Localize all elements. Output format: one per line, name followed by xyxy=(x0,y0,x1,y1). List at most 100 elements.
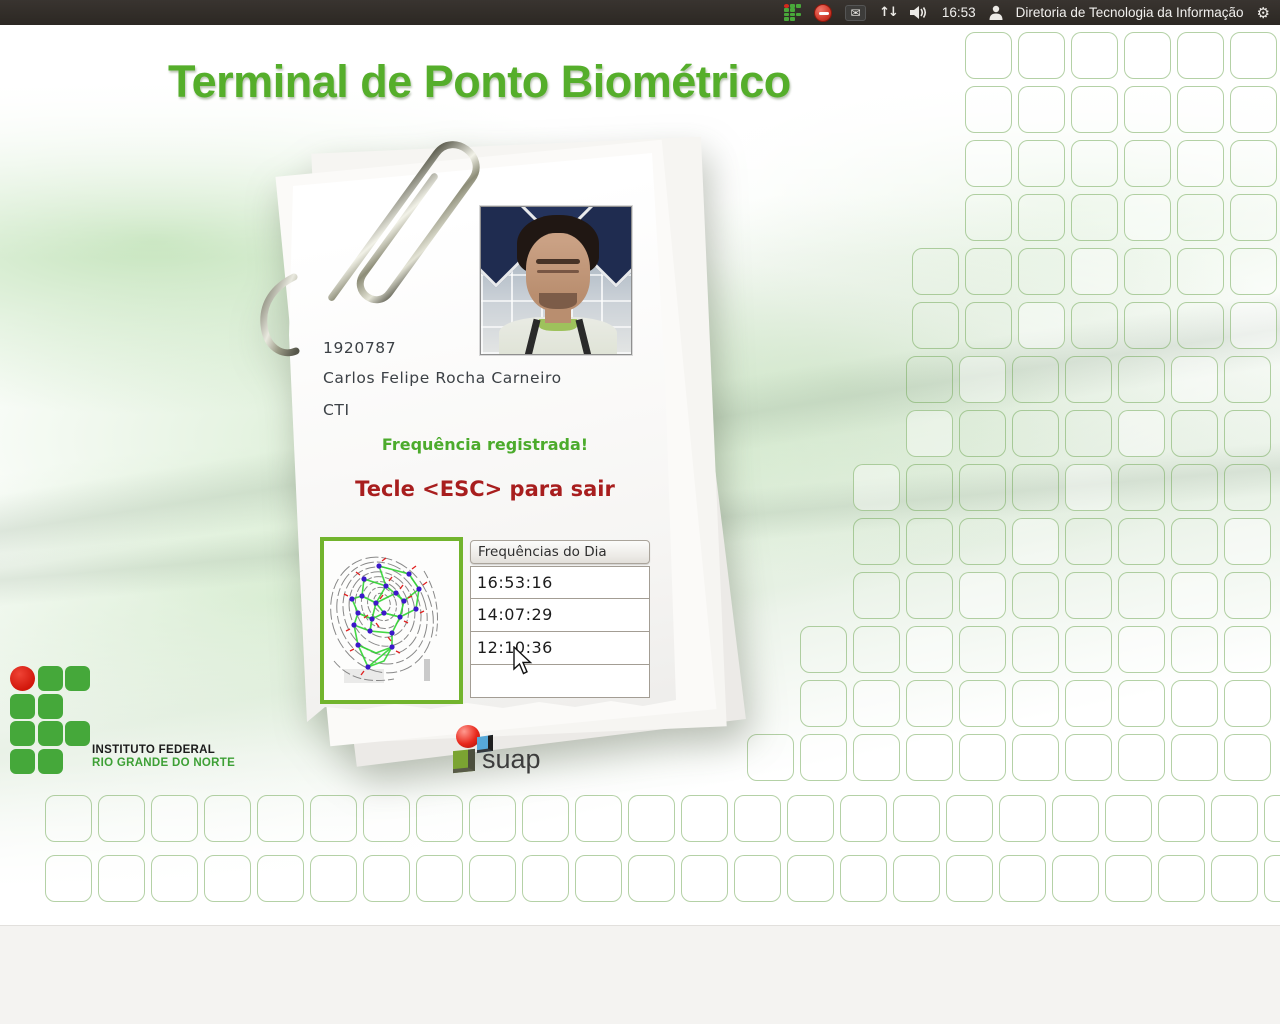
grid-square-decor xyxy=(469,855,516,902)
institute-state: RIO GRANDE DO NORTE xyxy=(92,757,252,770)
grid-square-decor xyxy=(1012,680,1059,727)
grid-square-decor xyxy=(1124,32,1171,79)
grid-square-decor xyxy=(575,855,622,902)
grid-square-decor xyxy=(1171,626,1218,673)
grid-square-decor xyxy=(681,795,728,842)
screen: ✉ ↑↓ 16:53 Diretoria de Tecnologia da In… xyxy=(0,0,1280,1024)
grid-square-decor xyxy=(1230,248,1277,295)
grid-square-decor xyxy=(1264,855,1280,902)
grid-square-decor xyxy=(1177,32,1224,79)
grid-square-decor xyxy=(1124,194,1171,241)
grid-square-decor xyxy=(1124,302,1171,349)
grid-square-decor xyxy=(1230,194,1277,241)
grid-square-decor xyxy=(1105,795,1152,842)
grid-square-decor xyxy=(1171,518,1218,565)
session-gear-icon[interactable]: ⚙ xyxy=(1257,3,1270,23)
grid-square-decor xyxy=(734,855,781,902)
grid-square-decor xyxy=(1071,32,1118,79)
grid-square-decor xyxy=(959,464,1006,511)
grid-square-decor xyxy=(151,855,198,902)
grid-square-decor xyxy=(946,795,993,842)
network-arrows-icon[interactable]: ↑↓ xyxy=(879,3,897,23)
grid-square-decor xyxy=(853,626,900,673)
grid-square-decor xyxy=(1224,626,1271,673)
grid-square-decor xyxy=(853,464,900,511)
grid-square-decor xyxy=(906,410,953,457)
grid-square-decor xyxy=(1230,32,1277,79)
grid-square-decor xyxy=(1177,302,1224,349)
grid-square-decor xyxy=(522,795,569,842)
footer-strip xyxy=(0,925,1280,1024)
ifrn-app-icon[interactable] xyxy=(784,3,801,23)
grid-square-decor xyxy=(416,795,463,842)
grid-square-decor xyxy=(959,356,1006,403)
clock[interactable]: 16:53 xyxy=(942,5,976,20)
ifrn-logo-icon xyxy=(10,666,90,774)
grid-square-decor xyxy=(681,855,728,902)
top-bar: ✉ ↑↓ 16:53 Diretoria de Tecnologia da In… xyxy=(0,0,1280,25)
grid-square-decor xyxy=(1211,855,1258,902)
grid-square-decor xyxy=(1124,86,1171,133)
grid-square-decor xyxy=(1018,194,1065,241)
grid-square-decor xyxy=(959,410,1006,457)
grid-square-decor xyxy=(1177,194,1224,241)
grid-square-decor xyxy=(1012,464,1059,511)
grid-square-decor xyxy=(1118,410,1165,457)
grid-square-decor xyxy=(1224,734,1271,781)
grid-square-decor xyxy=(1012,626,1059,673)
user-icon[interactable] xyxy=(989,3,1003,23)
grid-square-decor xyxy=(1118,572,1165,619)
grid-square-decor xyxy=(1105,855,1152,902)
grid-square-decor xyxy=(999,855,1046,902)
grid-square-decor xyxy=(1018,86,1065,133)
grid-square-decor xyxy=(906,518,953,565)
grid-square-decor xyxy=(257,795,304,842)
grid-square-decor xyxy=(787,855,834,902)
grid-square-decor xyxy=(1071,302,1118,349)
grid-square-decor xyxy=(1012,734,1059,781)
grid-square-decor xyxy=(363,795,410,842)
grid-square-decor xyxy=(1118,680,1165,727)
grid-square-decor xyxy=(893,855,940,902)
grid-square-decor xyxy=(906,356,953,403)
volume-icon[interactable] xyxy=(910,3,929,23)
paperclip-icon xyxy=(313,103,513,343)
grid-square-decor xyxy=(1018,32,1065,79)
grid-square-decor xyxy=(1018,140,1065,187)
session-user-label[interactable]: Diretoria de Tecnologia da Informação xyxy=(1016,5,1244,20)
grid-square-decor xyxy=(1065,680,1112,727)
grid-square-decor xyxy=(787,795,834,842)
grid-square-decor xyxy=(1012,518,1059,565)
grid-square-decor xyxy=(1012,410,1059,457)
grid-square-decor xyxy=(1071,248,1118,295)
grid-square-decor xyxy=(1264,795,1280,842)
do-not-disturb-icon[interactable] xyxy=(814,3,832,23)
grid-square-decor xyxy=(965,248,1012,295)
grid-square-decor xyxy=(1052,795,1099,842)
grid-square-decor xyxy=(959,626,1006,673)
grid-square-decor xyxy=(1065,572,1112,619)
grid-square-decor xyxy=(1171,572,1218,619)
grid-square-decor xyxy=(906,680,953,727)
grid-square-decor xyxy=(1177,140,1224,187)
grid-square-decor xyxy=(840,795,887,842)
grid-square-decor xyxy=(1230,140,1277,187)
grid-square-decor xyxy=(906,464,953,511)
grid-square-decor xyxy=(1171,680,1218,727)
mail-indicator-icon[interactable]: ✉ xyxy=(845,5,866,21)
grid-square-decor xyxy=(1018,302,1065,349)
grid-square-decor xyxy=(959,518,1006,565)
grid-square-decor xyxy=(1124,140,1171,187)
grid-square-decor xyxy=(469,795,516,842)
grid-square-decor xyxy=(959,572,1006,619)
grid-square-decor xyxy=(1224,572,1271,619)
grid-square-decor xyxy=(1177,86,1224,133)
grid-square-decor xyxy=(310,855,357,902)
grid-square-decor xyxy=(906,572,953,619)
grid-square-decor xyxy=(959,680,1006,727)
grid-square-decor xyxy=(363,855,410,902)
grid-square-decor xyxy=(959,734,1006,781)
grid-square-decor xyxy=(1224,464,1271,511)
grid-square-decor xyxy=(747,734,794,781)
grid-square-decor xyxy=(98,855,145,902)
